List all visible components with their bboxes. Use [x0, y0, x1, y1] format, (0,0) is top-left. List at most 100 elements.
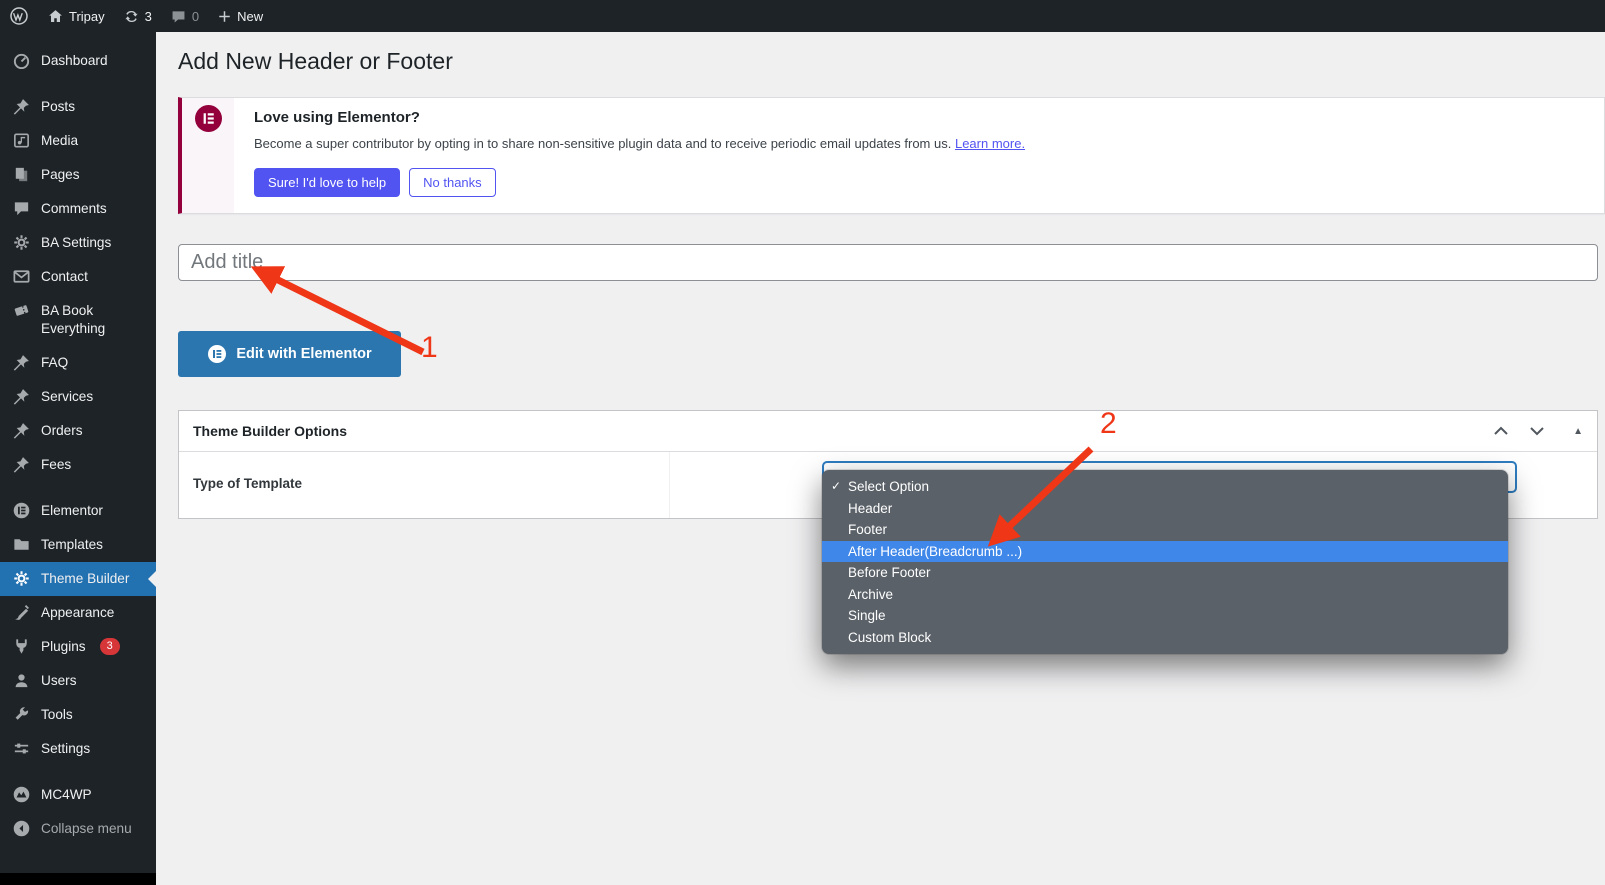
pin-icon	[12, 455, 31, 474]
notice-body: Become a super contributor by opting in …	[254, 136, 1026, 151]
sidebar-item-plugins[interactable]: Plugins 3	[0, 630, 156, 664]
sidebar-item-label: Contact	[41, 269, 88, 284]
sidebar-item-collapse-menu[interactable]: Collapse menu	[0, 812, 156, 846]
notice-heading: Love using Elementor?	[254, 109, 420, 126]
dropdown-option-label: Before Footer	[848, 565, 931, 580]
dropdown-option[interactable]: Header	[822, 498, 1508, 520]
sidebar-item-orders[interactable]: Orders	[0, 414, 156, 448]
elementor-icon	[12, 501, 31, 520]
sidebar-item-label: Orders	[41, 423, 83, 438]
sidebar-item-label: Dashboard	[41, 53, 108, 68]
sidebar-item-label: Fees	[41, 457, 72, 472]
sidebar-item-elementor[interactable]: Elementor	[0, 494, 156, 528]
sliders-icon	[12, 739, 31, 758]
admin-bar: Tripay 3 0 New	[0, 0, 1605, 32]
updates-count: 3	[144, 8, 152, 24]
sidebar-item-label: Appearance	[41, 605, 115, 620]
type-of-template-label: Type of Template	[193, 476, 303, 491]
pin-icon	[12, 387, 31, 406]
ticket-icon	[12, 301, 31, 320]
sidebar-item-pages[interactable]: Pages	[0, 158, 156, 192]
sidebar-item-label: Users	[41, 673, 77, 688]
sidebar-item-label: Posts	[41, 99, 75, 114]
dropdown-option[interactable]: Footer	[822, 519, 1508, 541]
plug-icon	[12, 637, 31, 656]
sidebar-item-theme-builder[interactable]: Theme Builder	[0, 562, 156, 596]
sidebar-item-label: Tools	[41, 707, 73, 722]
dropdown-option[interactable]: ✓ Select Option	[822, 476, 1508, 498]
sidebar-item-media[interactable]: Media	[0, 124, 156, 158]
sidebar-item-label: Media	[41, 133, 79, 148]
sidebar-item-label: Pages	[41, 167, 80, 182]
new-label: New	[237, 8, 264, 24]
sidebar-item-appearance[interactable]: Appearance	[0, 596, 156, 630]
dropdown-option-highlighted[interactable]: After Header(Breadcrumb ...)	[822, 540, 1508, 562]
checkmark-icon: ✓	[831, 479, 842, 493]
sidebar-item-ba-settings[interactable]: BA Settings	[0, 226, 156, 260]
plus-icon	[219, 10, 230, 22]
learn-more-link[interactable]: Learn more.	[955, 136, 1025, 151]
sidebar-item-settings[interactable]: Settings	[0, 732, 156, 766]
home-icon	[49, 9, 62, 22]
accept-button[interactable]: Sure! I'd love to help	[254, 168, 401, 197]
plugins-count-badge: 3	[99, 638, 120, 655]
dropdown-option[interactable]: Custom Block	[822, 627, 1508, 649]
gear-icon	[12, 569, 31, 588]
folder-icon	[12, 535, 31, 554]
comments-menu[interactable]: 0	[161, 0, 208, 32]
new-menu[interactable]: New	[208, 0, 272, 32]
decline-button[interactable]: No thanks	[409, 168, 496, 197]
sidebar-item-label: Elementor	[41, 503, 103, 518]
wordpress-logo-icon[interactable]	[0, 0, 38, 32]
toggle-panel-icon[interactable]: ▲	[1573, 426, 1583, 437]
page-title: Add New Header or Footer	[178, 48, 453, 74]
site-menu[interactable]: Tripay	[38, 0, 114, 32]
sidebar-item-contact[interactable]: Contact	[0, 260, 156, 294]
sidebar-item-label: Templates	[41, 537, 103, 552]
dropdown-option-label: After Header(Breadcrumb ...)	[848, 543, 1023, 559]
sidebar-item-mc4wp[interactable]: MC4WP	[0, 778, 156, 812]
dropdown-option[interactable]: Before Footer	[822, 562, 1508, 584]
mail-icon	[12, 267, 31, 286]
sidebar-separator	[0, 78, 156, 90]
sidebar-item-label: Services	[41, 389, 94, 404]
dropdown-option-label: Header	[848, 500, 893, 516]
move-down-icon[interactable]	[1529, 425, 1545, 437]
sidebar-item-templates[interactable]: Templates	[0, 528, 156, 562]
dropdown-option[interactable]: Single	[822, 605, 1508, 627]
dropdown-option[interactable]: Archive	[822, 584, 1508, 606]
updates-menu[interactable]: 3	[114, 0, 161, 32]
sidebar-item-label: BA Book Everything	[41, 303, 106, 336]
collapse-icon	[12, 819, 31, 838]
user-icon	[12, 671, 31, 690]
site-name: Tripay	[69, 8, 105, 24]
comment-icon	[12, 199, 31, 218]
sidebar-item-posts[interactable]: Posts	[0, 90, 156, 124]
brush-icon	[12, 603, 31, 622]
sidebar-item-faq[interactable]: FAQ	[0, 346, 156, 380]
gear-icon	[12, 233, 31, 252]
dashboard-icon	[12, 51, 31, 70]
wrench-icon	[12, 705, 31, 724]
dropdown-option-label: Select Option	[848, 479, 930, 494]
sidebar-item-users[interactable]: Users	[0, 664, 156, 698]
dropdown-option-label: Custom Block	[848, 629, 932, 645]
admin-sidebar: Dashboard Posts Media Pages Comments BA Setti…	[0, 32, 156, 885]
move-up-icon[interactable]	[1493, 425, 1509, 437]
dropdown-option-label: Archive	[848, 586, 894, 602]
sidebar-item-fees[interactable]: Fees	[0, 448, 156, 482]
elementor-logo-icon	[195, 105, 222, 132]
wordpress-admin-page: Tripay 3 0 New Dashboard Posts Media Pages C…	[0, 0, 1605, 885]
updates-icon	[125, 10, 138, 22]
media-icon	[12, 131, 31, 150]
sidebar-item-ba-book-everything[interactable]: BA Book Everything	[0, 294, 156, 346]
dropdown-option-label: Footer	[848, 522, 888, 537]
sidebar-item-label: Settings	[41, 741, 91, 756]
sidebar-item-services[interactable]: Services	[0, 380, 156, 414]
sidebar-item-tools[interactable]: Tools	[0, 698, 156, 732]
sidebar-item-dashboard[interactable]: Dashboard	[0, 44, 156, 78]
edit-with-elementor-button[interactable]: Edit with Elementor	[178, 331, 401, 377]
template-type-dropdown: ✓ Select Option Header Footer After Header(B…	[822, 470, 1508, 654]
sidebar-item-comments[interactable]: Comments	[0, 192, 156, 226]
title-input[interactable]	[178, 244, 1598, 281]
